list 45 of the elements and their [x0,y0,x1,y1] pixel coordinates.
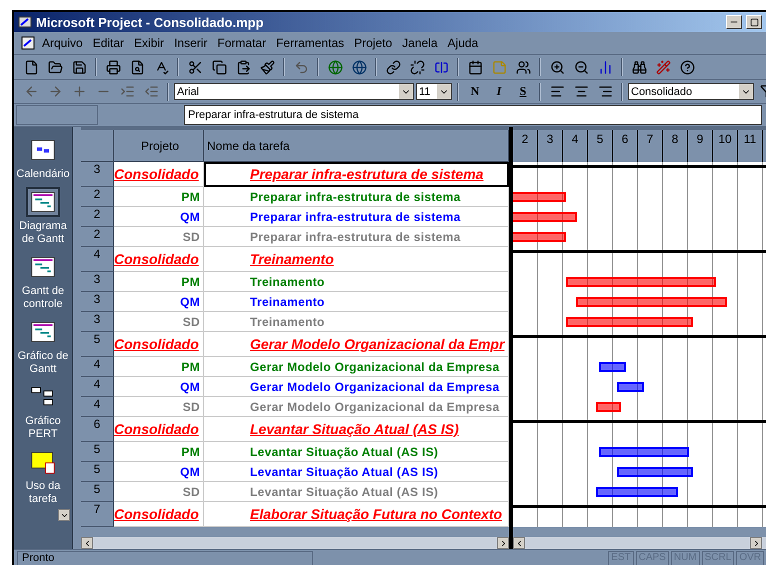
menu-item[interactable]: Janela [398,34,442,52]
menu-item[interactable]: Ajuda [444,34,482,52]
underline-button[interactable]: S [512,82,534,102]
row-number[interactable]: 3 [81,162,114,187]
status-text: Pronto [17,550,313,565]
menu-item[interactable]: Ferramentas [272,34,348,52]
menu-item[interactable]: Exibir [130,34,168,52]
view-button[interactable]: Calendário [15,135,71,181]
row-number[interactable]: 3 [81,292,114,312]
italic-button[interactable]: I [488,82,510,102]
menu-item[interactable]: Inserir [170,34,212,52]
task-name-cell[interactable]: Elaborar Situação Futura no Contexto [204,502,509,527]
bold-button[interactable]: N [464,82,486,102]
row-number[interactable]: 4 [81,397,114,417]
view-button[interactable]: Gráfico PERT [15,382,71,441]
menu-item[interactable]: Arquivo [38,34,87,52]
row-number[interactable]: 4 [81,377,114,397]
row-number[interactable]: 3 [81,312,114,332]
row-number[interactable]: 6 [81,417,114,442]
menu-item[interactable]: Projeto [350,34,396,52]
row-number[interactable]: 2 [81,227,114,247]
window-title: Microsoft Project - Consolidado.mpp [36,14,265,30]
row-number[interactable]: 5 [81,482,114,502]
row-number[interactable]: 3 [81,272,114,292]
filter-select[interactable]: Consolidado [628,83,754,100]
row-number[interactable]: 7 [81,502,114,527]
row-number[interactable]: 5 [81,332,114,357]
view-button[interactable]: Gantt de controle [15,252,71,311]
row-number[interactable]: 5 [81,442,114,462]
row-number[interactable]: 5 [81,462,114,482]
menu-item[interactable]: Editar [88,34,128,52]
view-button[interactable]: Uso da tarefa [15,447,71,506]
font-size-select[interactable]: 11 [416,83,452,100]
row-number[interactable]: 4 [81,357,114,377]
view-button[interactable]: Gráfico de Gantt [15,317,71,376]
row-number[interactable]: 4 [81,247,114,272]
font-select[interactable]: Arial [174,83,414,100]
project-cell: Consolidado [114,502,204,527]
row-number[interactable]: 2 [81,187,114,207]
view-button[interactable]: Diagrama de Gantt [15,187,71,246]
row-number[interactable]: 2 [81,207,114,227]
entry-field[interactable]: Preparar infra-estrutura de sistema [184,105,762,125]
menu-item[interactable]: Formatar [213,34,270,52]
column-header[interactable]: Nome da tarefa [204,130,509,162]
task-name-cell[interactable]: Preparar infra-estrutura de sistema [204,162,509,187]
